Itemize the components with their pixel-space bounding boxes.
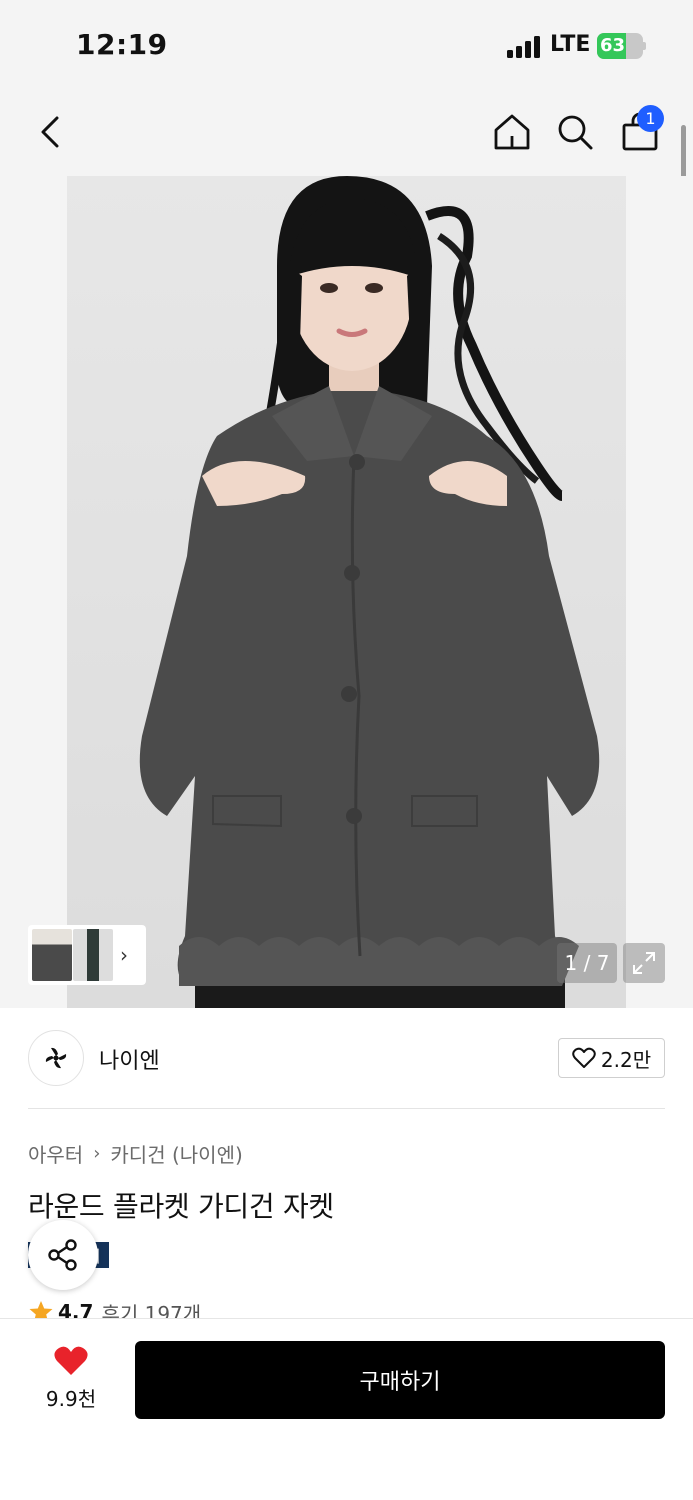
breadcrumb-subcategory[interactable]: 카디건 (나이엔) xyxy=(110,1139,242,1168)
thumbnail-strip[interactable]: › xyxy=(28,925,146,985)
status-bar: 12:19 LTE 63 xyxy=(0,0,693,90)
expand-icon xyxy=(633,952,655,974)
brand-like-button[interactable]: 2.2만 xyxy=(558,1038,665,1078)
brand-logo-icon xyxy=(45,1047,67,1069)
brand-logo[interactable] xyxy=(28,1030,84,1086)
brand-row: 나이엔 2.2만 xyxy=(28,1030,665,1086)
product-title: 라운드 플라켓 가디건 자켓 xyxy=(28,1190,334,1223)
brand-name[interactable]: 나이엔 xyxy=(99,1043,160,1075)
wishlist-count: 9.9천 xyxy=(45,1387,97,1411)
heart-outline-icon xyxy=(572,1047,596,1068)
search-button[interactable] xyxy=(551,108,599,156)
battery-icon: 63 xyxy=(597,33,647,59)
search-icon xyxy=(558,115,593,150)
battery-percent: 63 xyxy=(600,35,626,56)
product-image-gallery[interactable] xyxy=(0,176,693,1008)
breadcrumb: 아우터 › 카디건 (나이엔) xyxy=(28,1139,243,1168)
chevron-left-icon xyxy=(41,116,59,148)
breadcrumb-category[interactable]: 아우터 xyxy=(28,1139,83,1168)
top-nav-bar xyxy=(0,90,693,176)
wishlist-button[interactable]: 9.9천 xyxy=(30,1345,112,1415)
breadcrumb-separator-icon: › xyxy=(93,1143,101,1164)
home-button[interactable] xyxy=(488,108,536,156)
home-icon xyxy=(494,114,530,150)
cart-count-badge: 1 xyxy=(637,105,664,132)
bottom-action-bar: 9.9천 구매하기 xyxy=(0,1318,693,1500)
status-time: 12:19 xyxy=(76,28,168,61)
heart-filled-icon xyxy=(54,1346,88,1375)
divider xyxy=(28,1108,665,1109)
network-type: LTE xyxy=(550,32,591,57)
image-page-counter: 1 / 7 xyxy=(557,943,617,983)
buy-button[interactable]: 구매하기 xyxy=(135,1341,665,1419)
thumbnail-image[interactable] xyxy=(32,929,72,981)
signal-icon xyxy=(507,34,543,58)
product-photo xyxy=(67,176,626,1008)
expand-button[interactable] xyxy=(623,943,665,983)
thumbnail-arrow-icon[interactable]: › xyxy=(120,943,128,967)
share-icon xyxy=(48,1239,77,1271)
back-button[interactable] xyxy=(26,108,74,156)
thumbnail-image[interactable] xyxy=(73,929,113,981)
share-button[interactable] xyxy=(28,1220,98,1290)
brand-like-count: 2.2만 xyxy=(600,1047,652,1072)
